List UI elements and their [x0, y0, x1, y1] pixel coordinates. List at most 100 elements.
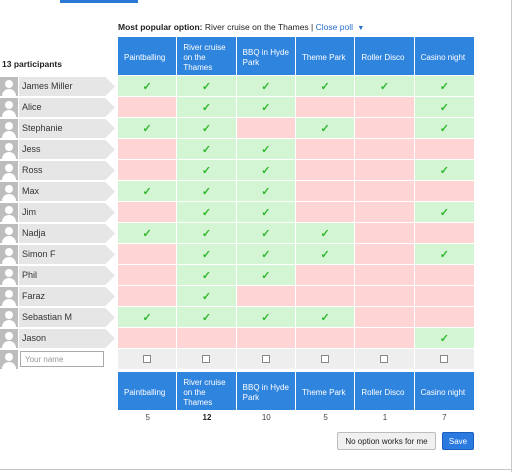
vote-no-cell — [295, 202, 356, 223]
participant-name[interactable]: James Miller — [19, 77, 115, 96]
option-header-0: Paintballing — [118, 37, 178, 75]
participant-row: Nadja ✓ ✓ ✓ ✓ — [0, 223, 480, 244]
vote-no-cell — [355, 307, 415, 328]
new-participant-row — [0, 349, 480, 370]
vote-no-cell — [118, 265, 178, 286]
vote-checkbox[interactable] — [202, 355, 211, 363]
vote-yes-cell: ✓ — [414, 97, 474, 118]
vote-yes-cell: ✓ — [177, 286, 237, 307]
your-name-input[interactable] — [20, 351, 104, 367]
participant-name[interactable]: Max — [19, 182, 115, 201]
avatar-icon — [0, 224, 18, 243]
vote-cells: ✓ ✓ ✓ ✓ — [118, 244, 474, 265]
option-header-5: Casino night — [414, 372, 474, 410]
vote-no-cell — [414, 286, 474, 307]
vote-yes-cell: ✓ — [414, 160, 474, 181]
check-icon: ✓ — [261, 248, 271, 261]
vote-checkbox-cell — [295, 349, 356, 370]
avatar-icon — [0, 329, 18, 348]
vote-no-cell — [355, 223, 415, 244]
option-header-2: BBQ in Hyde Park — [236, 37, 296, 75]
vote-checkbox[interactable] — [143, 355, 152, 363]
vote-cells: ✓ ✓ — [118, 265, 474, 286]
participant-name[interactable]: Jason — [19, 329, 115, 348]
vote-checkbox[interactable] — [440, 355, 449, 363]
option-header-4: Roller Disco — [355, 372, 415, 410]
participant-name[interactable]: Ross — [19, 161, 115, 180]
vote-no-cell — [295, 181, 356, 202]
participant-name[interactable]: Phil — [19, 266, 115, 285]
check-icon: ✓ — [261, 311, 271, 324]
vote-no-cell — [355, 328, 415, 349]
close-poll-link[interactable]: Close poll — [316, 22, 353, 32]
check-icon: ✓ — [261, 185, 271, 198]
vote-cells: ✓ ✓ ✓ ✓ — [118, 223, 474, 244]
vote-checkbox-cell — [177, 349, 237, 370]
vote-no-cell — [295, 160, 356, 181]
participant-row: Jason ✓ — [0, 328, 480, 349]
avatar-icon — [0, 266, 18, 285]
vote-yes-cell: ✓ — [177, 76, 237, 97]
participant-name[interactable]: Faraz — [19, 287, 115, 306]
no-option-button[interactable]: No option works for me — [337, 432, 436, 450]
participant-row: Simon F ✓ ✓ ✓ ✓ — [0, 244, 480, 265]
participant-row: Faraz ✓ — [0, 286, 480, 307]
vote-no-cell — [295, 97, 356, 118]
separator: | — [311, 22, 314, 32]
vote-yes-cell: ✓ — [236, 202, 296, 223]
vote-no-cell — [118, 202, 178, 223]
vote-checkbox[interactable] — [380, 355, 389, 363]
check-icon: ✓ — [201, 290, 212, 303]
vote-yes-cell: ✓ — [177, 139, 237, 160]
check-icon: ✓ — [201, 185, 212, 198]
vote-no-cell — [355, 97, 415, 118]
check-icon: ✓ — [261, 227, 271, 240]
vote-checkbox[interactable] — [261, 355, 270, 363]
vote-yes-cell: ✓ — [118, 307, 178, 328]
option-header-5: Casino night — [414, 37, 474, 75]
most-popular-label: Most popular option: — [118, 22, 203, 32]
check-icon: ✓ — [439, 248, 449, 261]
options-header-bottom: Paintballing River cruise on the Thames BB… — [118, 372, 474, 410]
vote-yes-cell: ✓ — [118, 181, 178, 202]
save-button[interactable]: Save — [442, 432, 474, 450]
check-icon: ✓ — [142, 122, 152, 135]
participant-name[interactable]: Sebastian M — [19, 308, 115, 327]
participant-name[interactable]: Stephanie — [19, 119, 115, 138]
caret-down-icon[interactable]: ▼ — [357, 25, 364, 32]
options-header-top: Paintballing River cruise on the Thames BB… — [118, 37, 474, 75]
check-icon: ✓ — [261, 269, 271, 282]
vote-yes-cell: ✓ — [177, 160, 237, 181]
check-icon: ✓ — [201, 164, 212, 177]
check-icon: ✓ — [261, 143, 271, 156]
participant-row: Sebastian M ✓ ✓ ✓ ✓ — [0, 307, 480, 328]
vote-yes-cell: ✓ — [295, 307, 356, 328]
vote-no-cell — [355, 160, 415, 181]
participant-name[interactable]: Jim — [19, 203, 115, 222]
vote-no-cell — [355, 244, 415, 265]
check-icon: ✓ — [201, 248, 212, 261]
participant-name[interactable]: Jess — [19, 140, 115, 159]
vote-yes-cell: ✓ — [177, 223, 237, 244]
vote-count: 10 — [261, 413, 271, 422]
participant-name[interactable]: Alice — [19, 98, 115, 117]
vote-counts: 5 12 10 5 1 7 — [118, 413, 474, 422]
avatar-icon — [0, 140, 18, 159]
avatar-icon — [0, 161, 18, 180]
participant-name[interactable]: Simon F — [19, 245, 115, 264]
vote-no-cell — [295, 286, 356, 307]
vote-yes-cell: ✓ — [177, 97, 237, 118]
vote-no-cell — [295, 328, 356, 349]
vote-count: 1 — [382, 413, 388, 422]
participant-name[interactable]: Nadja — [19, 224, 115, 243]
vote-no-cell — [118, 286, 178, 307]
participant-row: Phil ✓ ✓ — [0, 265, 480, 286]
vote-count: 5 — [145, 413, 150, 422]
vote-checkbox[interactable] — [321, 355, 330, 363]
vote-no-cell — [414, 307, 474, 328]
check-icon: ✓ — [201, 311, 212, 324]
vote-yes-cell: ✓ — [236, 223, 296, 244]
vote-cells: ✓ — [118, 286, 474, 307]
vote-yes-cell: ✓ — [118, 223, 178, 244]
vote-yes-cell: ✓ — [177, 244, 237, 265]
